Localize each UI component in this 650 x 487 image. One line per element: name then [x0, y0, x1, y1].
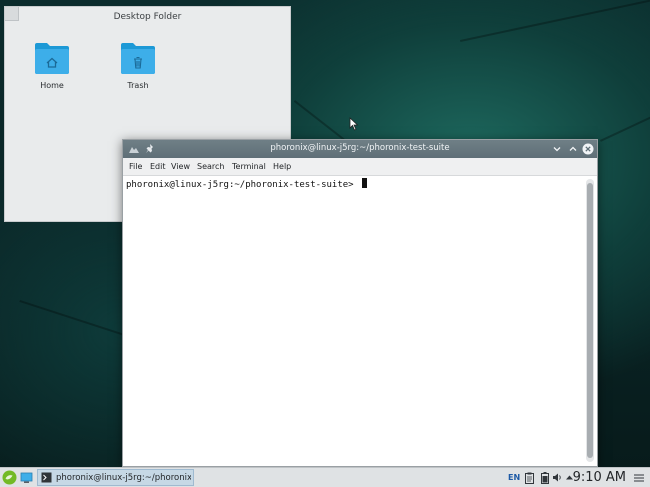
maximize-icon[interactable]	[567, 143, 579, 155]
keyboard-layout-indicator[interactable]: EN	[508, 473, 520, 482]
taskbar: phoronix@linux-j5rg:~/phoronix-te EN 9:1…	[0, 467, 650, 487]
wallpaper-line	[600, 114, 650, 142]
desktop-folder-title: Desktop Folder	[113, 12, 182, 22]
panel-menu-icon[interactable]	[634, 474, 644, 482]
taskbar-task-terminal[interactable]: phoronix@linux-j5rg:~/phoronix-te	[37, 469, 194, 486]
terminal-prompt: phoronix@linux-j5rg:~/phoronix-test-suit…	[126, 178, 367, 190]
wallpaper-line	[460, 0, 650, 42]
terminal-output[interactable]: phoronix@linux-j5rg:~/phoronix-test-suit…	[125, 177, 583, 464]
window-title: phoronix@linux-j5rg:~/phoronix-test-suit…	[270, 143, 450, 153]
mouse-pointer-icon	[349, 117, 359, 131]
terminal-task-icon	[41, 472, 52, 483]
battery-icon[interactable]	[541, 472, 549, 484]
menu-help[interactable]: Help	[273, 162, 291, 171]
menu-view[interactable]: View	[171, 162, 190, 171]
desktop-item-label: Trash	[127, 81, 149, 90]
vertical-scrollbar[interactable]	[586, 179, 594, 462]
application-launcher-icon[interactable]	[2, 470, 17, 485]
minimize-icon[interactable]	[551, 143, 563, 155]
desktop-item-home[interactable]: Home	[22, 41, 82, 90]
home-folder-icon	[34, 41, 70, 75]
volume-icon[interactable]	[552, 472, 563, 483]
taskbar-clock[interactable]: 9:10 AM	[573, 470, 626, 485]
wallpaper-line	[19, 300, 125, 336]
menu-search[interactable]: Search	[197, 162, 224, 171]
terminal-window[interactable]: phoronix@linux-j5rg:~/phoronix-test-suit…	[122, 139, 598, 467]
menu-terminal[interactable]: Terminal	[232, 162, 266, 171]
desktop-item-label: Home	[40, 81, 64, 90]
close-icon[interactable]	[582, 143, 594, 155]
show-desktop-icon[interactable]	[20, 471, 33, 484]
menu-edit[interactable]: Edit	[150, 162, 166, 171]
clipboard-icon[interactable]	[525, 472, 534, 484]
menu-file[interactable]: File	[129, 162, 142, 171]
text-cursor	[362, 178, 367, 188]
task-label: phoronix@linux-j5rg:~/phoronix-te	[56, 473, 191, 483]
menu-bar: File Edit View Search Terminal Help	[123, 158, 597, 176]
trash-folder-icon	[120, 41, 156, 75]
scrollbar-handle[interactable]	[587, 183, 593, 458]
desktop-item-trash[interactable]: Trash	[108, 41, 168, 90]
window-titlebar[interactable]: phoronix@linux-j5rg:~/phoronix-test-suit…	[123, 140, 597, 158]
prompt-text: phoronix@linux-j5rg:~/phoronix-test-suit…	[126, 180, 359, 190]
